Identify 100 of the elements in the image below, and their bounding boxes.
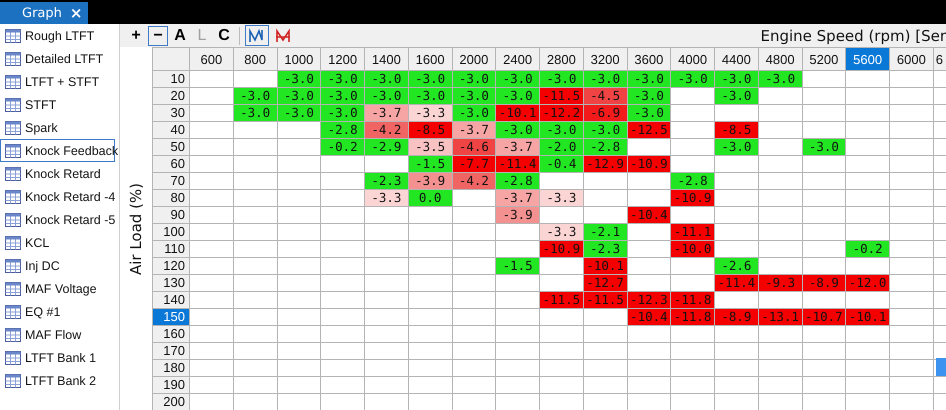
sidebar-item[interactable]: STFT — [0, 93, 115, 116]
sidebar-item[interactable]: LTFT Bank 2 — [0, 369, 115, 392]
column-header[interactable]: 4400 — [714, 48, 758, 70]
table-cell: -10.9 — [670, 190, 714, 206]
toolbar-button[interactable]: C — [214, 26, 234, 46]
table-cell: -10.4 — [627, 206, 671, 224]
row-header[interactable]: 160 — [152, 326, 190, 342]
table-cell: -3.0 — [452, 70, 496, 88]
sidebar-item[interactable]: KCL — [0, 231, 115, 254]
column-header[interactable]: 3200 — [583, 48, 627, 70]
row-header[interactable]: 80 — [152, 190, 190, 206]
table-cell: -8.9 — [802, 274, 846, 292]
table-cell: -3.9 — [408, 172, 452, 190]
row-header[interactable]: 180 — [152, 360, 190, 376]
row-header[interactable]: 110 — [152, 240, 190, 258]
table-cell: -10.1 — [846, 308, 890, 326]
column-header[interactable]: 2800 — [540, 48, 584, 70]
row-header[interactable]: 70 — [152, 172, 190, 190]
column-header[interactable]: 1600 — [408, 48, 452, 70]
table-cell: -7.7 — [452, 156, 496, 172]
table-cell: -10.9 — [540, 240, 584, 258]
table-cell: -4.2 — [452, 172, 496, 190]
row-header[interactable]: 20 — [152, 88, 190, 104]
sidebar-item[interactable]: LTFT Bank 1 — [0, 346, 115, 369]
column-header[interactable]: 6 — [933, 48, 946, 70]
sidebar-item[interactable]: Knock Retard -5 — [0, 208, 115, 231]
sidebar-item[interactable]: Rough LTFT — [0, 24, 115, 47]
column-header[interactable]: 600 — [190, 48, 234, 70]
row-header[interactable]: 140 — [152, 292, 190, 308]
table-cell: -3.5 — [408, 138, 452, 156]
row-header[interactable]: 100 — [152, 224, 190, 240]
table-cell: -8.9 — [714, 308, 758, 326]
column-header[interactable]: 4800 — [758, 48, 802, 70]
row-header[interactable]: 90 — [152, 206, 190, 224]
sidebar-item[interactable]: EQ #1 — [0, 300, 115, 323]
table-cell: -10.7 — [802, 308, 846, 326]
table-cell: -2.6 — [714, 258, 758, 274]
column-header[interactable]: 2000 — [452, 48, 496, 70]
table-cell: -8.5 — [408, 122, 452, 138]
column-header[interactable]: 3600 — [627, 48, 671, 70]
row-header[interactable]: 10 — [152, 70, 190, 88]
toolbar-button[interactable]: + — [126, 26, 146, 46]
table-cell: -6.9 — [583, 104, 627, 122]
table-cell: -11.8 — [670, 308, 714, 326]
sidebar-item[interactable]: Detailed LTFT — [0, 47, 115, 70]
sidebar-item[interactable]: Knock Retard -4 — [0, 185, 115, 208]
table-cell: -3.7 — [496, 190, 540, 206]
sidebar-item[interactable]: MAF Flow — [0, 323, 115, 346]
table-cell: -3.3 — [540, 224, 584, 240]
table-cell: -3.0 — [540, 122, 584, 138]
column-header[interactable]: 800 — [233, 48, 277, 70]
y-axis-title: Air Load (%) — [127, 182, 145, 275]
row-header[interactable]: 30 — [152, 104, 190, 122]
table-cell: -3.0 — [277, 70, 321, 88]
row-header[interactable]: 190 — [152, 376, 190, 394]
table-cell: -11.5 — [540, 292, 584, 308]
row-header[interactable]: 50 — [152, 138, 190, 156]
row-header[interactable]: 60 — [152, 156, 190, 172]
column-header[interactable]: 2400 — [496, 48, 540, 70]
line-graph-button[interactable] — [245, 25, 269, 46]
table-cell: -3.3 — [364, 190, 408, 206]
column-header[interactable]: 5200 — [802, 48, 846, 70]
table-icon — [5, 350, 21, 366]
toolbar-button[interactable]: A — [170, 26, 190, 46]
table-cell: -3.0 — [320, 104, 364, 122]
tab[interactable]: Graph × — [0, 2, 88, 24]
close-icon[interactable]: × — [70, 4, 82, 22]
row-header[interactable]: 40 — [152, 122, 190, 138]
sidebar-item[interactable]: MAF Voltage — [0, 277, 115, 300]
sidebar-item[interactable]: Inj DC — [0, 254, 115, 277]
row-header[interactable]: 150 — [152, 308, 190, 326]
table-cell: -3.0 — [758, 70, 802, 88]
row-header[interactable]: 170 — [152, 342, 190, 360]
table-cell: -2.9 — [364, 138, 408, 156]
column-header[interactable]: 1400 — [364, 48, 408, 70]
table-icon — [5, 120, 21, 136]
column-header[interactable]: 1200 — [320, 48, 364, 70]
sidebar-item[interactable]: LTFT + STFT — [0, 70, 115, 93]
table-icon — [5, 234, 21, 250]
table-icon — [5, 326, 21, 342]
sidebar-item[interactable]: Spark — [0, 116, 115, 139]
toolbar-button[interactable]: − — [148, 26, 168, 46]
scrollbar-thumb[interactable] — [936, 358, 946, 376]
sidebar-item[interactable]: Knock Retard — [0, 162, 115, 185]
column-header[interactable]: 4000 — [670, 48, 714, 70]
table-icon — [5, 50, 21, 66]
column-header[interactable]: 1000 — [277, 48, 321, 70]
table-cell: -11.4 — [714, 274, 758, 292]
column-header[interactable]: 5600 — [846, 48, 890, 70]
table-cell: -3.0 — [583, 70, 627, 88]
table-cell: -1.5 — [408, 156, 452, 172]
table-icon — [5, 212, 21, 228]
table-cell: -2.3 — [583, 240, 627, 258]
table-cell: -3.0 — [627, 70, 671, 88]
row-header[interactable]: 130 — [152, 274, 190, 292]
row-header[interactable]: 200 — [152, 394, 190, 410]
column-header[interactable]: 6000 — [890, 48, 934, 70]
table-cell: -2.8 — [320, 122, 364, 138]
row-header[interactable]: 120 — [152, 258, 190, 274]
table-cell: -3.0 — [277, 104, 321, 122]
